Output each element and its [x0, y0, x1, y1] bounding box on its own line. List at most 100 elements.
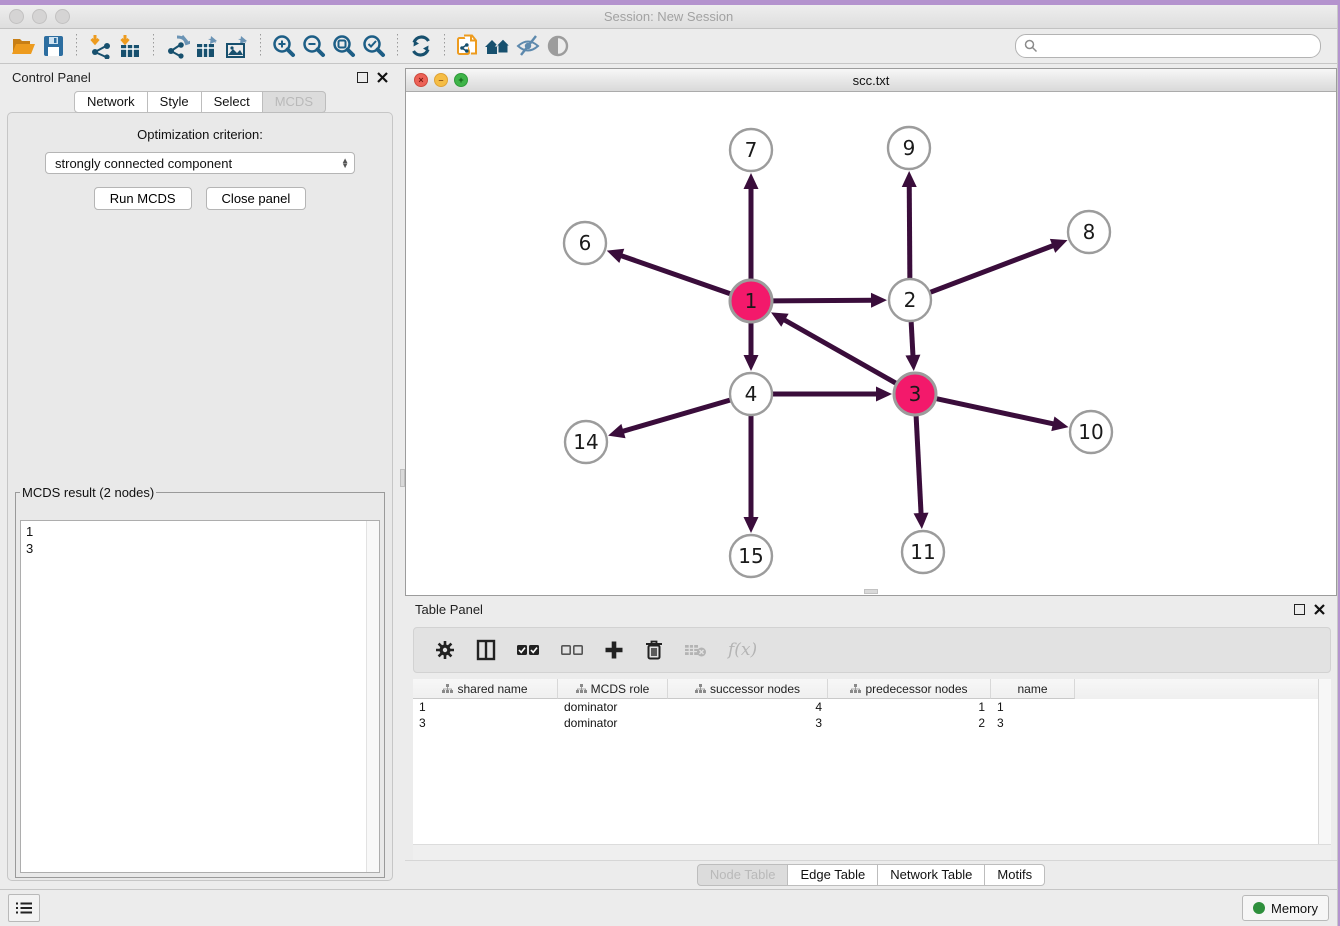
- tab-network-table[interactable]: Network Table: [878, 864, 985, 886]
- toolbar-separator: [76, 34, 77, 58]
- graph-node-label: 2: [904, 288, 917, 312]
- close-panel-icon[interactable]: [1314, 604, 1325, 615]
- control-panel-title: Control Panel: [12, 70, 357, 85]
- zoom-in-icon[interactable]: [269, 32, 299, 60]
- tab-style[interactable]: Style: [148, 91, 202, 113]
- column-header-MCDS-role[interactable]: MCDS role: [558, 679, 668, 699]
- graph-edge-1-6[interactable]: [620, 255, 730, 294]
- table-cell[interactable]: 3: [991, 716, 1075, 730]
- network-view-window: scc.txt × – + 7968124314101511: [405, 68, 1337, 596]
- float-panel-icon[interactable]: [1294, 604, 1305, 615]
- horizontal-scrollbar[interactable]: [413, 844, 1331, 860]
- column-header-shared-name[interactable]: shared name: [413, 679, 558, 699]
- column-header-label: predecessor nodes: [865, 682, 967, 696]
- task-history-button[interactable]: [8, 894, 40, 922]
- function-builder-icon: f(x): [728, 640, 757, 660]
- search-input[interactable]: [1043, 38, 1312, 54]
- refresh-icon[interactable]: [406, 32, 436, 60]
- network-graph: 7968124314101511: [406, 92, 1337, 594]
- export-image-icon[interactable]: [222, 32, 252, 60]
- graph-edge-3-1[interactable]: [783, 319, 896, 383]
- column-header-predecessor-nodes[interactable]: predecessor nodes: [828, 679, 991, 699]
- graph-edge-arrowhead: [608, 424, 625, 438]
- graph-edge-3-11[interactable]: [916, 416, 921, 515]
- table-tabs: Node Table Edge Table Network Table Moti…: [405, 860, 1337, 889]
- home-icon[interactable]: [483, 32, 513, 60]
- memory-status-icon: [1253, 902, 1265, 914]
- application-window: Session: New Session: [0, 5, 1338, 926]
- tab-network[interactable]: Network: [74, 91, 148, 113]
- import-network-icon[interactable]: [85, 32, 115, 60]
- zoom-out-icon[interactable]: [299, 32, 329, 60]
- save-session-icon[interactable]: [38, 32, 68, 60]
- network-canvas[interactable]: 7968124314101511: [406, 92, 1336, 595]
- add-column-icon[interactable]: [604, 640, 624, 660]
- gear-icon[interactable]: [434, 639, 456, 661]
- column-header-name[interactable]: name: [991, 679, 1075, 699]
- divider-handle-icon[interactable]: [864, 589, 878, 594]
- graph-edge-arrowhead: [607, 249, 625, 263]
- result-scrollbar[interactable]: [366, 521, 379, 872]
- open-session-icon[interactable]: [8, 32, 38, 60]
- export-table-icon[interactable]: [192, 32, 222, 60]
- table-row[interactable]: 1dominator411: [413, 699, 1331, 715]
- table-cell[interactable]: dominator: [558, 716, 668, 730]
- show-all-icon[interactable]: [543, 32, 573, 60]
- title-bar: Session: New Session: [0, 5, 1337, 29]
- select-all-icon[interactable]: [516, 643, 540, 657]
- graph-edge-2-9[interactable]: [909, 185, 910, 278]
- graph-edge-3-10[interactable]: [937, 399, 1055, 425]
- network-view-titlebar: scc.txt × – +: [406, 69, 1336, 92]
- export-network-icon[interactable]: [162, 32, 192, 60]
- graph-node-label: 4: [745, 382, 758, 406]
- hide-selected-icon[interactable]: [513, 32, 543, 60]
- table-cell[interactable]: 2: [828, 716, 991, 730]
- table-scrollbar[interactable]: [1318, 679, 1331, 844]
- tab-motifs[interactable]: Motifs: [985, 864, 1045, 886]
- graph-node-label: 8: [1083, 220, 1096, 244]
- run-mcds-button[interactable]: Run MCDS: [94, 187, 192, 210]
- table-cell[interactable]: 4: [668, 700, 828, 714]
- status-bar: Memory: [0, 889, 1337, 926]
- tab-edge-table[interactable]: Edge Table: [788, 864, 878, 886]
- delete-column-icon[interactable]: [644, 639, 664, 661]
- duplicate-network-icon[interactable]: [453, 32, 483, 60]
- memory-button[interactable]: Memory: [1242, 895, 1329, 921]
- optimization-criterion-select[interactable]: strongly connected component ▲▼: [45, 152, 355, 174]
- deselect-all-icon[interactable]: [560, 643, 584, 657]
- columns-icon[interactable]: [476, 639, 496, 661]
- column-header-label: successor nodes: [710, 682, 800, 696]
- close-panel-button[interactable]: Close panel: [206, 187, 307, 210]
- graph-edge-1-2[interactable]: [773, 300, 873, 301]
- mcds-result-text[interactable]: 1 3: [21, 521, 366, 872]
- graph-node-label: 9: [903, 136, 916, 160]
- tab-node-table[interactable]: Node Table: [697, 864, 789, 886]
- import-table-icon[interactable]: [115, 32, 145, 60]
- table-cell[interactable]: 1: [991, 700, 1075, 714]
- graph-edge-2-8[interactable]: [931, 245, 1055, 292]
- toolbar-separator: [444, 34, 445, 58]
- table-cell[interactable]: 3: [668, 716, 828, 730]
- float-panel-icon[interactable]: [357, 72, 368, 83]
- column-tree-icon: [576, 684, 587, 694]
- toolbar-separator: [397, 34, 398, 58]
- graph-edge-arrowhead: [871, 293, 887, 308]
- tab-select[interactable]: Select: [202, 91, 263, 113]
- search-box[interactable]: [1015, 34, 1321, 58]
- graph-edge-4-14[interactable]: [622, 400, 730, 432]
- table-cell[interactable]: dominator: [558, 700, 668, 714]
- close-panel-icon[interactable]: [377, 72, 388, 83]
- table-row[interactable]: 3dominator323: [413, 715, 1331, 731]
- graph-edge-2-3[interactable]: [911, 322, 913, 357]
- graph-edge-arrowhead: [902, 171, 917, 187]
- search-icon: [1024, 39, 1038, 53]
- table-header-row: shared nameMCDS role successor nodes prede…: [413, 679, 1331, 699]
- table-cell[interactable]: 1: [828, 700, 991, 714]
- mcds-result-group: MCDS result (2 nodes) 1 3: [15, 485, 385, 878]
- tab-mcds[interactable]: MCDS: [263, 91, 326, 113]
- column-header-successor-nodes[interactable]: successor nodes: [668, 679, 828, 699]
- zoom-selected-icon[interactable]: [359, 32, 389, 60]
- zoom-fit-icon[interactable]: [329, 32, 359, 60]
- table-cell[interactable]: 3: [413, 716, 558, 730]
- table-cell[interactable]: 1: [413, 700, 558, 714]
